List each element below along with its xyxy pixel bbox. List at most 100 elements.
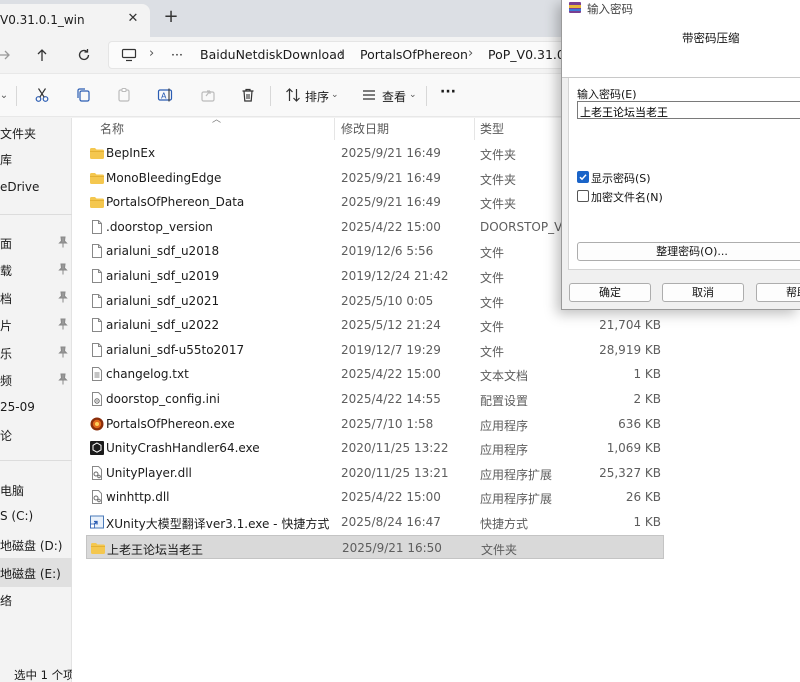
rename-icon[interactable]: A	[156, 85, 176, 105]
share-icon[interactable]	[198, 85, 218, 105]
sidebar-item-label: 25-09	[0, 400, 35, 414]
dialog-titlebar[interactable]: 输入密码	[562, 0, 800, 16]
file-row[interactable]: 上老王论坛当老王 2025/9/21 16:50 文件夹	[86, 534, 664, 559]
sort-icon[interactable]	[283, 85, 303, 105]
encrypt-filenames-checkbox[interactable]	[577, 190, 589, 202]
password-input[interactable]: 上老王论坛当老王	[577, 101, 800, 119]
cancel-button[interactable]: 取消	[662, 283, 744, 302]
sidebar-item-drive-c[interactable]: S (C:)	[0, 504, 72, 530]
up-arrow-icon[interactable]	[30, 43, 54, 67]
sidebar-item-label: 文件夹	[0, 127, 37, 141]
delete-icon[interactable]	[238, 85, 258, 105]
help-button[interactable]: 帮助	[756, 283, 800, 302]
organize-passwords-button[interactable]: 整理密码(O)...	[577, 242, 800, 261]
file-name: .doorstop_version	[106, 219, 213, 234]
sidebar-item-this-pc[interactable]: 电脑	[0, 477, 72, 503]
breadcrumb-item-1[interactable]: BaiduNetdiskDownload	[200, 47, 345, 62]
file-name: 上老王论坛当老王	[107, 542, 204, 557]
password-dialog: 输入密码 带密码压缩 输入密码(E) 上老王论坛当老王 显示密码(S) 加密文件…	[561, 0, 800, 310]
new-chevron-icon[interactable]: ⌄	[0, 85, 14, 105]
dll-file-icon	[89, 465, 105, 481]
file-icon	[89, 243, 105, 259]
file-type: 文件	[480, 271, 505, 285]
breadcrumb-more[interactable]: ···	[171, 47, 183, 62]
file-row[interactable]: XUnity大模型翻译ver3.1.exe - 快捷方式 2025/8/24 16…	[86, 510, 664, 534]
file-modified-date: 2025/9/21 16:49	[341, 170, 441, 185]
sidebar-item-videos[interactable]: 频	[0, 367, 72, 393]
file-modified-date: 2019/12/7 19:29	[341, 342, 441, 357]
tab-password-compression[interactable]: 带密码压缩	[682, 30, 740, 46]
view-icon[interactable]	[359, 85, 379, 105]
file-row[interactable]: arialuni_sdf-u55to2017 2019/12/7 19:29 文件 2…	[86, 338, 664, 362]
file-row[interactable]: changelog.txt 2025/4/22 15:00 文本文档 1 KB	[86, 362, 664, 386]
pin-icon[interactable]	[58, 346, 68, 358]
file-name: winhttp.dll	[106, 490, 170, 505]
sidebar-item-folders[interactable]: 文件夹	[0, 120, 72, 146]
file-name: UnityCrashHandler64.exe	[106, 441, 260, 456]
show-password-checkbox[interactable]	[577, 171, 589, 183]
file-size: 21,704 KB	[599, 318, 661, 333]
sort-button[interactable]: 排序	[305, 88, 329, 105]
tab-close-icon[interactable]: ✕	[124, 10, 142, 28]
pin-icon[interactable]	[58, 263, 68, 275]
pin-icon[interactable]	[58, 291, 68, 303]
sidebar-item-label: 库	[0, 153, 13, 167]
encrypt-filenames-label[interactable]: 加密文件名(N)	[591, 189, 663, 205]
copy-icon[interactable]	[73, 85, 93, 105]
sidebar-item-downloads[interactable]: 载	[0, 257, 72, 283]
pin-icon[interactable]	[58, 236, 68, 248]
sidebar-item-pictures[interactable]: 片	[0, 312, 72, 338]
sidebar-item-forum[interactable]: 论	[0, 422, 72, 448]
view-chevron-icon[interactable]: ⌄	[409, 90, 417, 100]
pin-icon[interactable]	[58, 373, 68, 385]
column-header-label: 修改日期	[341, 122, 390, 136]
breadcrumb-chevron-icon[interactable]: ›	[339, 46, 344, 61]
file-row[interactable]: PortalsOfPhereon.exe 2025/7/10 1:58 应用程序 63…	[86, 412, 664, 436]
file-name: UnityPlayer.dll	[106, 465, 192, 480]
sidebar-item-2025-09[interactable]: 25-09	[0, 395, 72, 421]
file-type: 快捷方式	[480, 517, 529, 531]
sidebar-item-documents[interactable]: 档	[0, 285, 72, 311]
sidebar-item-drive-d[interactable]: 地磁盘 (D:)	[0, 532, 72, 558]
navigation-pane: 文件夹 库 eDrive 面 载 档 片 乐 频 25-09 论 电脑 S (C…	[0, 118, 72, 682]
sidebar-item-onedrive[interactable]: eDrive	[0, 175, 72, 201]
sidebar-item-music[interactable]: 乐	[0, 340, 72, 366]
forward-arrow-icon[interactable]	[0, 43, 16, 67]
file-name: arialuni_sdf_u2022	[106, 318, 220, 333]
file-name: arialuni_sdf_u2021	[106, 293, 220, 308]
sort-chevron-icon[interactable]: ⌄	[331, 90, 339, 100]
breadcrumb-item-2[interactable]: PortalsOfPhereon	[360, 47, 468, 62]
tab-current[interactable]: V0.31.0.1_win ✕	[0, 4, 150, 37]
pin-icon[interactable]	[58, 318, 68, 330]
view-button[interactable]: 查看	[382, 88, 406, 105]
sidebar-item-library[interactable]: 库	[0, 146, 72, 172]
breadcrumb-chevron-icon[interactable]: ›	[468, 46, 473, 61]
shortcut-icon	[89, 514, 105, 530]
paste-icon[interactable]	[114, 85, 134, 105]
cut-icon[interactable]	[32, 85, 52, 105]
file-modified-date: 2025/4/22 15:00	[341, 367, 441, 382]
sidebar-item-drive-e[interactable]: 地磁盘 (E:)	[0, 558, 72, 587]
file-size: 1 KB	[633, 367, 661, 382]
file-row[interactable]: arialuni_sdf_u2022 2025/5/12 21:24 文件 21,70…	[86, 313, 664, 337]
file-icon	[89, 317, 105, 333]
more-options-icon[interactable]: ···	[440, 84, 456, 100]
file-name: doorstop_config.ini	[106, 392, 220, 406]
file-size: 25,327 KB	[599, 465, 661, 480]
show-password-label[interactable]: 显示密码(S)	[591, 170, 651, 186]
file-row[interactable]: winhttp.dll 2025/4/22 15:00 应用程序扩展 26 KB	[86, 485, 664, 509]
file-row[interactable]: doorstop_config.ini 2025/4/22 14:55 配置设置 2 …	[86, 387, 664, 411]
column-header-name[interactable]: ︿ 名称	[72, 115, 334, 136]
file-icon	[89, 342, 105, 358]
file-row[interactable]: UnityPlayer.dll 2020/11/25 13:21 应用程序扩展 25,…	[86, 461, 664, 485]
refresh-icon[interactable]	[72, 43, 96, 67]
column-header-date[interactable]: 修改日期	[334, 118, 474, 136]
new-tab-icon[interactable]: +	[160, 6, 182, 28]
file-row[interactable]: UnityCrashHandler64.exe 2020/11/25 13:22 应…	[86, 436, 664, 460]
sidebar-item-desktop[interactable]: 面	[0, 230, 72, 256]
ok-button[interactable]: 确定	[569, 283, 651, 302]
winrar-icon	[569, 2, 581, 13]
sidebar-item-network[interactable]: 络	[0, 587, 72, 613]
file-name: MonoBleedingEdge	[106, 170, 222, 185]
svg-text:A: A	[161, 92, 167, 101]
